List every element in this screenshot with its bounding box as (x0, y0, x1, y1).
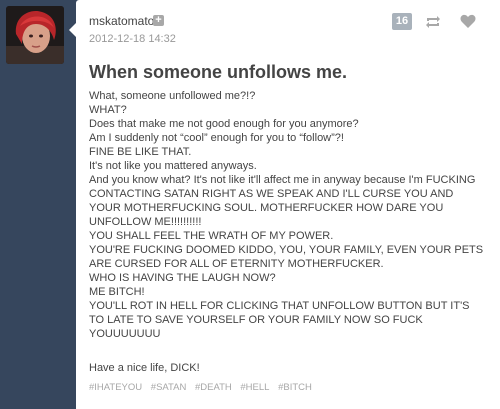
post-line: WHO IS HAVING THE LAUGH NOW? (89, 272, 276, 284)
post-tags: #IHATEYOU #SATAN #DEATH #HELL #BITCH (89, 382, 318, 393)
plus-icon[interactable]: + (153, 15, 164, 26)
avatar-image (6, 6, 64, 64)
post-username[interactable]: mskatomato (89, 14, 154, 28)
post-signoff: Have a nice life, DICK! (89, 362, 200, 374)
tag-link[interactable]: #HELL (240, 382, 269, 393)
tag-link[interactable]: #BITCH (278, 382, 312, 393)
reblog-icon[interactable] (424, 14, 442, 30)
tag-link[interactable]: #DEATH (195, 382, 232, 393)
tag-link[interactable]: #SATAN (151, 382, 187, 393)
avatar[interactable] (6, 6, 64, 64)
post-body: What, someone unfollowed me?!? WHAT? Doe… (89, 89, 487, 341)
post-line: FINE BE LIKE THAT. (89, 146, 192, 158)
post-line: And you know what? It's not like it'll a… (89, 174, 476, 228)
post-line: Am I suddenly not “cool” enough for you … (89, 132, 344, 144)
post-line: YOU SHALL FEEL THE WRATH OF MY POWER. (89, 230, 334, 242)
post-line: YOU'LL ROT IN HELL FOR CLICKING THAT UNF… (89, 300, 470, 340)
heart-icon[interactable] (460, 14, 476, 29)
tag-link[interactable]: #IHATEYOU (89, 382, 142, 393)
post-line: ME BITCH! (89, 286, 145, 298)
post-title: When someone unfollows me. (89, 62, 348, 82)
post-timestamp[interactable]: 2012-12-18 14:32 (89, 33, 176, 45)
post-line: YOU'RE FUCKING DOOMED KIDDO, YOU, YOUR F… (89, 244, 484, 270)
post-pointer (69, 23, 76, 37)
post-line: Does that make me not good enough for yo… (89, 118, 359, 130)
post-line: It's not like you mattered anyways. (89, 160, 257, 172)
note-count-badge[interactable]: 16 (392, 13, 412, 30)
post-line: What, someone unfollowed me?!? (89, 90, 256, 102)
post-card: mskatomato + 2012-12-18 14:32 16 When so… (69, 0, 500, 409)
post-line: WHAT? (89, 104, 127, 116)
post-header: mskatomato + 2012-12-18 14:32 16 (89, 13, 490, 48)
